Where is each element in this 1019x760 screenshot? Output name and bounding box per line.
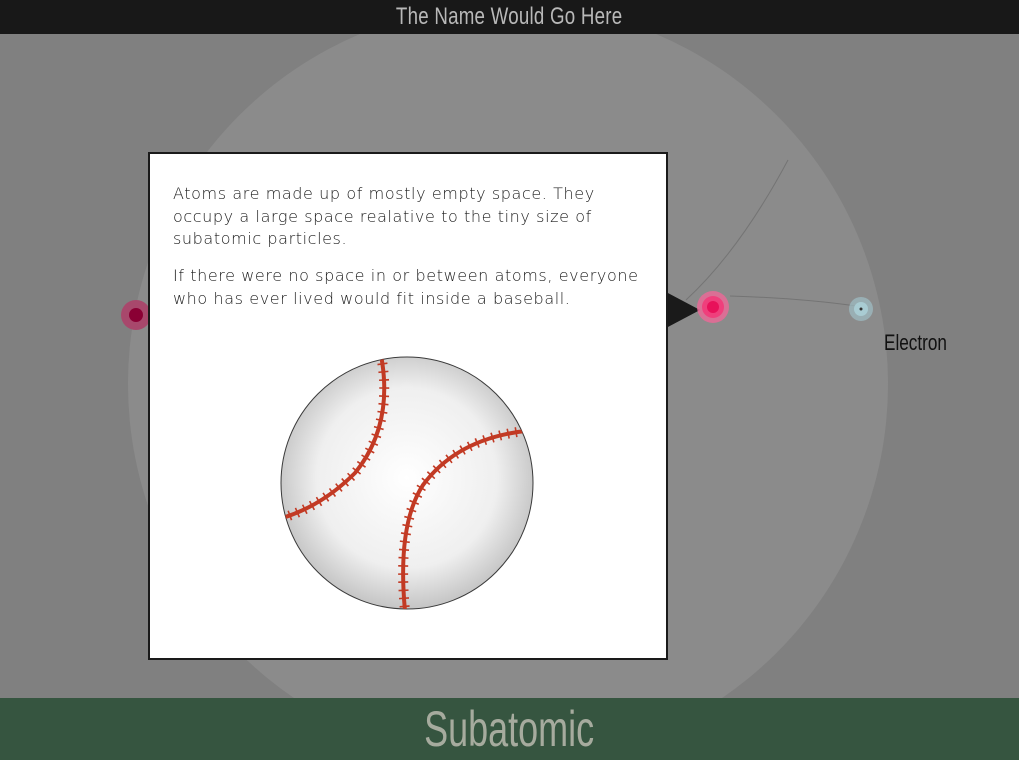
footer-title: Subatomic: [424, 701, 595, 757]
app-footer: Subatomic: [0, 698, 1019, 760]
proton-right[interactable]: [697, 291, 729, 323]
proton-left[interactable]: [121, 300, 151, 330]
app-header: The Name Would Go Here: [0, 0, 1019, 34]
baseball-illustration: [280, 356, 534, 610]
app-title: The Name Would Go Here: [396, 3, 623, 30]
electron-particle[interactable]: [849, 297, 873, 321]
electron-label[interactable]: Electron: [884, 330, 947, 356]
info-popup: Atoms are made up of mostly empty space.…: [148, 152, 668, 660]
popup-paragraph-1: Atoms are made up of mostly empty space.…: [173, 184, 595, 248]
popup-paragraph-2: If there were no space in or between ato…: [173, 266, 639, 308]
baseball-body: [280, 356, 534, 610]
